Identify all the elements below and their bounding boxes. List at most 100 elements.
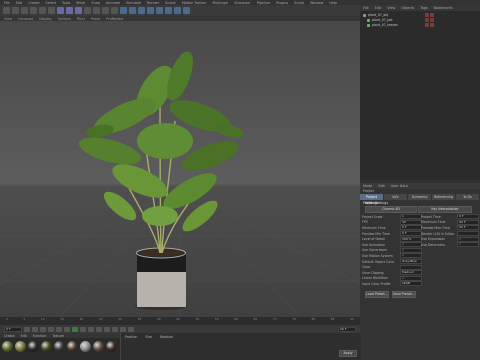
material-tag-icon[interactable] (430, 13, 434, 17)
menu-item-create[interactable]: Create (28, 1, 39, 5)
transport-control-icon[interactable] (64, 326, 70, 332)
preset-button[interactable]: Load Preset... (365, 291, 389, 298)
transport-control-icon[interactable] (24, 326, 30, 332)
3d-viewport[interactable] (0, 21, 360, 317)
material-tag-icon[interactable] (425, 13, 429, 17)
menu-item-animate[interactable]: Animate (106, 1, 120, 5)
field-value[interactable]: Medium (400, 270, 422, 276)
field-value[interactable]: ✓ (400, 247, 422, 253)
attribute-menu-user-data[interactable]: User Data (391, 184, 408, 188)
viewport-menu-prorender[interactable]: ProRender (106, 17, 123, 21)
material-swatch[interactable] (80, 341, 91, 352)
transport-control-icon[interactable] (88, 326, 94, 332)
object-menu-objects[interactable]: Objects (401, 6, 414, 10)
tab-dynamics[interactable]: Dynamics (408, 194, 431, 200)
menu-item-simulate[interactable]: Simulate (126, 1, 141, 5)
light-icon[interactable] (183, 7, 190, 14)
attribute-menu-mode[interactable]: Mode (363, 184, 372, 188)
coord-system-icon[interactable] (84, 7, 91, 14)
material-menu-edit[interactable]: Edit (21, 334, 27, 338)
field-value[interactable]: 90 F (457, 225, 479, 231)
menu-item-script[interactable]: Script (294, 1, 304, 5)
array-icon[interactable] (147, 7, 154, 14)
object-row[interactable]: plant_07_leaves (367, 23, 398, 27)
menu-item-plugins[interactable]: Plugins (276, 1, 288, 5)
object-tags[interactable] (425, 13, 434, 17)
menu-item-help[interactable]: Help (329, 1, 337, 5)
transport-control-icon[interactable] (40, 326, 46, 332)
object-menu-tags[interactable]: Tags (420, 6, 428, 10)
menu-item-pipeline[interactable]: Pipeline (257, 1, 270, 5)
floor-icon[interactable] (165, 7, 172, 14)
menu-item-snap[interactable]: Snap (91, 1, 100, 5)
object-menu-bookmarks[interactable]: Bookmarks (434, 6, 453, 10)
viewport-menu-cameras[interactable]: Cameras (18, 17, 33, 21)
menu-item-window[interactable]: Window (310, 1, 323, 5)
menu-item-sculpt[interactable]: Sculpt (165, 1, 176, 5)
material-swatch[interactable] (2, 341, 13, 352)
cinema4d-tab-button[interactable]: Cinema 4D (365, 206, 417, 213)
key-interpolation-button[interactable]: Key Interpolation (418, 206, 472, 213)
transport-control-icon[interactable] (56, 326, 62, 332)
material-tag-icon[interactable] (425, 18, 429, 22)
object-row[interactable]: plant_07_obj (363, 13, 388, 17)
object-menu-file[interactable]: File (363, 6, 369, 10)
deformer-icon[interactable] (156, 7, 163, 14)
field-value[interactable] (400, 264, 422, 270)
material-swatch[interactable] (67, 341, 78, 352)
undo-icon[interactable] (3, 7, 10, 14)
material-tag-icon[interactable] (425, 23, 429, 27)
field-value[interactable] (457, 231, 479, 237)
subdivision-icon[interactable] (138, 7, 145, 14)
transport-control-icon[interactable] (104, 326, 110, 332)
material-tag-icon[interactable] (430, 18, 434, 22)
transport-control-icon[interactable] (80, 326, 86, 332)
apply-button[interactable]: Apply (339, 350, 357, 357)
field-value[interactable]: 0 F (400, 225, 422, 231)
menu-item-edit[interactable]: Edit (16, 1, 23, 5)
material-menu-texture[interactable]: Texture (52, 334, 64, 338)
field-value[interactable]: Gray-Blue (400, 259, 422, 265)
field-value[interactable]: 1 (400, 214, 422, 220)
transport-control-icon[interactable] (96, 326, 102, 332)
viewport-menu-panel[interactable]: Panel (91, 17, 100, 21)
object-tags[interactable] (425, 18, 434, 22)
tab-referencing[interactable]: Referencing (432, 194, 455, 200)
plant-pot[interactable] (135, 247, 187, 310)
material-swatch[interactable] (41, 341, 52, 352)
material-swatch[interactable] (15, 341, 26, 352)
render-view-icon[interactable] (93, 7, 100, 14)
menu-item-file[interactable]: File (4, 1, 10, 5)
object-menu-edit[interactable]: Edit (375, 6, 382, 10)
z-axis-icon[interactable] (75, 7, 82, 14)
viewport-menu-display[interactable]: Display (39, 17, 52, 21)
menu-item-tools[interactable]: Tools (62, 1, 70, 5)
camera-icon[interactable] (174, 7, 181, 14)
pen-icon[interactable] (129, 7, 136, 14)
menu-item-character[interactable]: Character (234, 1, 251, 5)
render-picture-icon[interactable] (102, 7, 109, 14)
rotate-icon[interactable] (48, 7, 55, 14)
field-value[interactable]: 30 (400, 219, 422, 225)
material-tag-icon[interactable] (430, 23, 434, 27)
render-settings-icon[interactable] (111, 7, 118, 14)
field-value[interactable]: 90 F (457, 219, 479, 225)
material-menu-function[interactable]: Function (33, 334, 47, 338)
material-swatch[interactable] (28, 341, 39, 352)
material-menu-create[interactable]: Create (4, 334, 15, 338)
material-swatch[interactable] (54, 341, 65, 352)
transport-control-icon[interactable] (128, 326, 134, 332)
field-value[interactable]: ✓ (400, 253, 422, 259)
end-frame-field[interactable]: 90 F (338, 326, 356, 332)
menu-item-select[interactable]: Select (46, 1, 56, 5)
viewport-menu-filter[interactable]: Filter (77, 17, 85, 21)
field-value[interactable]: ✓ (457, 236, 479, 242)
tab-info[interactable]: Info (384, 194, 407, 200)
tab-to-do[interactable]: To Do (456, 194, 479, 200)
current-frame-field[interactable]: 0 F (4, 326, 22, 332)
x-axis-icon[interactable] (57, 7, 64, 14)
menu-item-mesh[interactable]: Mesh (76, 1, 85, 5)
field-value[interactable]: sRGB (400, 281, 422, 287)
viewport-menu-view[interactable]: View (4, 17, 12, 21)
live-select-icon[interactable] (21, 7, 28, 14)
